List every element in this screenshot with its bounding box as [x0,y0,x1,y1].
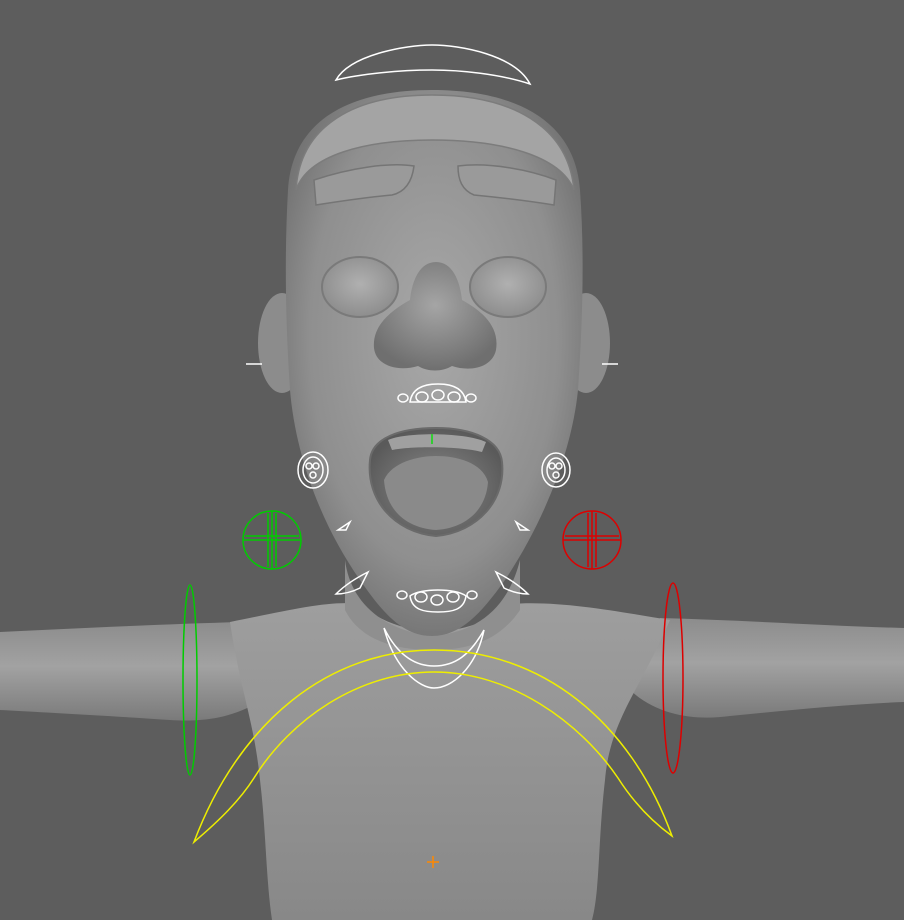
left-eye[interactable] [321,256,399,318]
maya-viewport[interactable] [0,0,904,920]
right-eye[interactable] [469,256,547,318]
viewport-canvas[interactable] [0,0,904,920]
head-top-control[interactable] [334,44,532,86]
eye-left-control[interactable] [242,510,302,570]
character-model[interactable] [0,90,904,920]
eye-right-control[interactable] [562,510,622,570]
right-arm[interactable] [630,618,904,718]
